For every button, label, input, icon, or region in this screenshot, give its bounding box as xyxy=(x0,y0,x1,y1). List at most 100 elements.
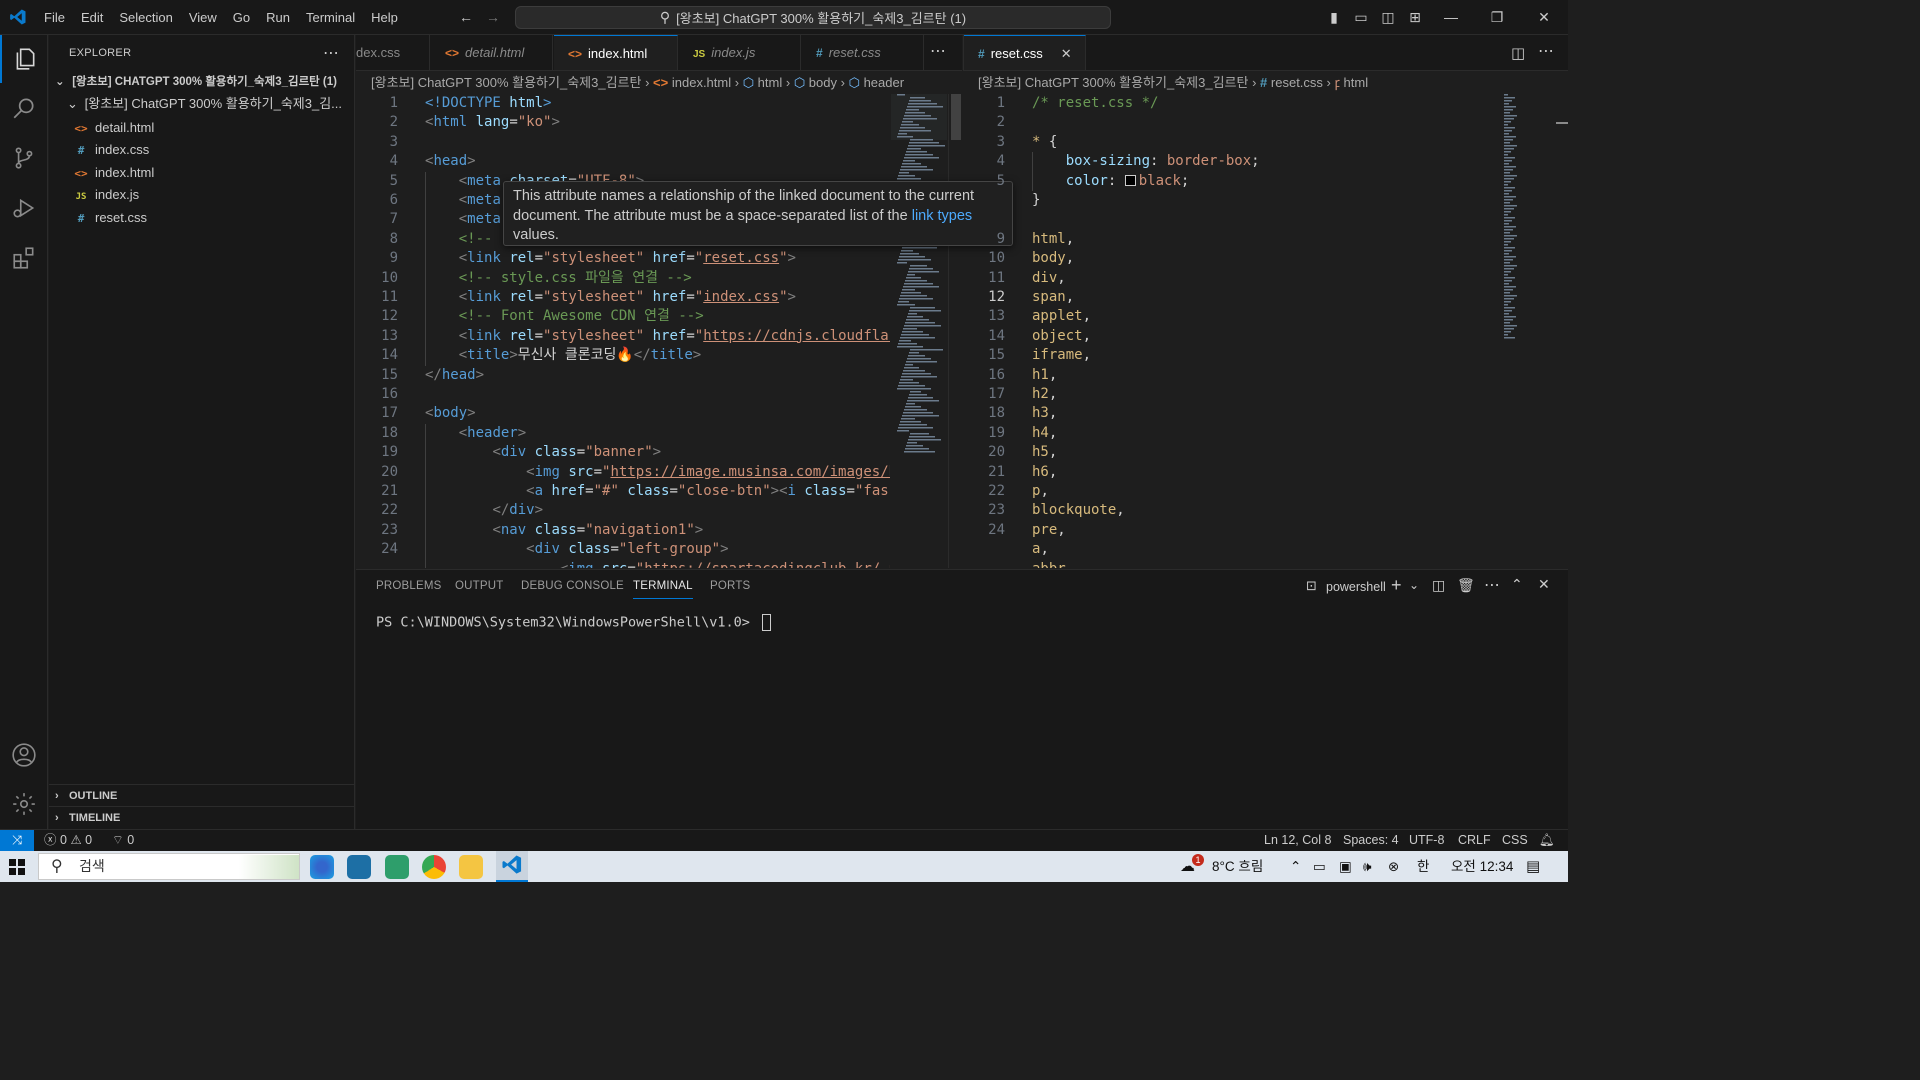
menu-terminal[interactable]: Terminal xyxy=(298,0,363,35)
toggle-secondary-sidebar-icon[interactable]: ◫ xyxy=(1380,9,1396,25)
tab-index-html[interactable]: <> index.html xyxy=(554,35,678,70)
chevron-down-icon[interactable]: ⌄ xyxy=(1409,578,1419,592)
kill-terminal-icon[interactable]: 🗑 xyxy=(1457,577,1475,594)
network-icon[interactable]: ▣ xyxy=(1339,851,1352,882)
timeline-section[interactable]: › TIMELINE xyxy=(49,806,354,828)
folder-item[interactable]: ⌄ [왕초보] ChatGPT 300% 활용하기_숙제3_김... xyxy=(49,93,354,115)
tab-index-js[interactable]: JS index.js xyxy=(679,35,801,70)
tab-detail-html[interactable]: <> detail.html xyxy=(431,35,553,70)
panel-tab-terminal[interactable]: TERMINAL xyxy=(633,580,693,599)
edge-browser-icon[interactable] xyxy=(310,855,334,879)
chevron-up-icon[interactable]: ⌃ xyxy=(1290,851,1301,882)
close-window-icon[interactable]: ✕ xyxy=(1536,9,1552,25)
panel-tab-ports[interactable]: PORTS xyxy=(710,580,750,592)
file-item-index-css[interactable]: # index.css xyxy=(49,139,354,161)
breadcrumb-folder[interactable]: [왕초보] ChatGPT 300% 활용하기_숙제3_김르탄 xyxy=(371,75,641,90)
app-icon[interactable] xyxy=(385,855,409,879)
ports-status[interactable]: ⌔ 0 xyxy=(112,830,134,851)
outline-section[interactable]: › OUTLINE xyxy=(49,784,354,806)
extensions-icon[interactable] xyxy=(0,234,48,282)
menu-file[interactable]: File xyxy=(36,0,73,35)
cursor-position[interactable]: Ln 12, Col 8 xyxy=(1264,830,1331,851)
more-actions-icon[interactable]: ⋯ xyxy=(1538,41,1554,61)
workspace-root[interactable]: ⌄ [왕초보] CHATGPT 300% 활용하기_숙제3_김르탄 (1) xyxy=(49,71,354,93)
customize-layout-icon[interactable]: ⊞ xyxy=(1407,9,1423,25)
maximize-panel-icon[interactable]: ⌃ xyxy=(1511,576,1523,593)
minimize-icon[interactable]: — xyxy=(1443,9,1459,25)
right-minimap[interactable] xyxy=(1500,94,1554,568)
search-icon[interactable] xyxy=(0,84,48,132)
file-item-index-js[interactable]: JS index.js xyxy=(49,184,354,206)
split-terminal-icon[interactable]: ◫ xyxy=(1432,577,1445,594)
scrollbar-thumb[interactable] xyxy=(951,94,961,140)
file-explorer-icon[interactable] xyxy=(459,855,483,879)
restore-icon[interactable]: ❐ xyxy=(1489,9,1505,25)
more-actions-icon[interactable]: ⋯ xyxy=(1484,575,1500,595)
left-scrollbar[interactable] xyxy=(948,94,962,568)
toggle-panel-icon[interactable]: ▭ xyxy=(1353,9,1369,25)
encoding[interactable]: UTF-8 xyxy=(1409,830,1444,851)
menu-help[interactable]: Help xyxy=(363,0,406,35)
breadcrumb-html[interactable]: html xyxy=(758,75,783,90)
split-editor-icon[interactable]: ◫ xyxy=(1511,44,1525,62)
explorer-icon[interactable] xyxy=(0,35,48,83)
more-actions-icon[interactable]: ⋯ xyxy=(323,43,339,63)
tab-reset-css[interactable]: # reset.css xyxy=(802,35,924,70)
breadcrumb-body[interactable]: body xyxy=(809,75,837,90)
more-tabs-icon[interactable]: ⋯ xyxy=(930,41,946,61)
source-control-icon[interactable] xyxy=(0,134,48,182)
taskbar-search-box[interactable]: ⚲ 검색 xyxy=(38,853,300,880)
breadcrumb-file[interactable]: reset.css xyxy=(1271,75,1323,90)
notification-center-icon[interactable]: ▤ xyxy=(1526,851,1540,882)
close-panel-icon[interactable]: ✕ xyxy=(1538,576,1550,593)
right-scrollbar[interactable] xyxy=(1555,94,1568,568)
new-terminal-icon[interactable]: + xyxy=(1391,575,1402,596)
end-of-line[interactable]: CRLF xyxy=(1458,830,1491,851)
breadcrumb-header[interactable]: header xyxy=(864,75,904,90)
notifications-bell-icon[interactable]: 🔔︎ xyxy=(1539,830,1555,851)
panel-tab-output[interactable]: OUTPUT xyxy=(455,580,503,592)
menu-run[interactable]: Run xyxy=(258,0,298,35)
menu-edit[interactable]: Edit xyxy=(73,0,111,35)
ime-indicator[interactable]: 한 xyxy=(1417,851,1429,882)
weather-text[interactable]: 8°C 흐림 xyxy=(1212,851,1263,882)
file-item-reset-css[interactable]: # reset.css xyxy=(49,207,354,229)
file-item-detail-html[interactable]: <> detail.html xyxy=(49,117,354,139)
settings-gear-icon[interactable] xyxy=(0,780,48,828)
right-code-editor[interactable]: 1/* reset.css */ 2 3 * {4 box-sizing: borde… xyxy=(963,94,1499,568)
forward-arrow-icon[interactable]: → xyxy=(485,9,501,25)
menu-selection[interactable]: Selection xyxy=(111,0,180,35)
problems-status[interactable]: ⓧ 0 ⚠ 0 xyxy=(44,830,92,851)
terminal-shell-label[interactable]: powershell xyxy=(1326,580,1386,594)
chrome-icon[interactable] xyxy=(422,855,446,879)
clock[interactable]: 오전 12:34 xyxy=(1451,851,1513,882)
file-item-index-html[interactable]: <> index.html xyxy=(49,162,354,184)
battery-icon[interactable]: ▭ xyxy=(1313,851,1326,882)
breadcrumb-html[interactable]: html xyxy=(1344,75,1369,90)
command-center[interactable]: ⚲ [왕초보] ChatGPT 300% 활용하기_숙제3_김르탄 (1) xyxy=(515,6,1111,29)
terminal-output[interactable]: PS C:\WINDOWS\System32\WindowsPowerShell… xyxy=(376,614,772,631)
run-debug-icon[interactable] xyxy=(0,184,48,232)
tab-index-css[interactable]: dex.css xyxy=(356,35,430,70)
left-code-editor[interactable]: 1 <!DOCTYPE html> 2 <html lang="ko"> 3 4 <head… xyxy=(356,94,890,568)
windows-start-icon[interactable] xyxy=(9,859,25,875)
remote-icon[interactable]: ⤨ xyxy=(0,830,34,852)
app-icon[interactable] xyxy=(347,855,371,879)
menu-view[interactable]: View xyxy=(181,0,225,35)
volume-icon[interactable]: 🕪︎ xyxy=(1363,851,1372,882)
left-minimap[interactable] xyxy=(891,94,947,568)
tab-reset-css-right[interactable]: # reset.css ✕ xyxy=(964,35,1086,70)
indentation[interactable]: Spaces: 4 xyxy=(1343,830,1399,851)
do-not-disturb-icon[interactable]: ⊗ xyxy=(1388,851,1399,882)
breadcrumb-folder[interactable]: [왕초보] ChatGPT 300% 활용하기_숙제3_김르탄 xyxy=(978,75,1248,90)
language-mode[interactable]: CSS xyxy=(1502,830,1528,851)
menu-go[interactable]: Go xyxy=(225,0,258,35)
panel-tab-debug-console[interactable]: DEBUG CONSOLE xyxy=(521,580,624,592)
accounts-icon[interactable] xyxy=(0,731,48,779)
back-arrow-icon[interactable]: ← xyxy=(458,9,474,25)
vscode-taskbar-icon[interactable] xyxy=(496,851,528,882)
toggle-primary-sidebar-icon[interactable]: ▮ xyxy=(1326,9,1342,25)
breadcrumb-file[interactable]: index.html xyxy=(672,75,731,90)
panel-tab-problems[interactable]: PROBLEMS xyxy=(376,580,442,592)
close-tab-icon[interactable]: ✕ xyxy=(1061,46,1072,61)
